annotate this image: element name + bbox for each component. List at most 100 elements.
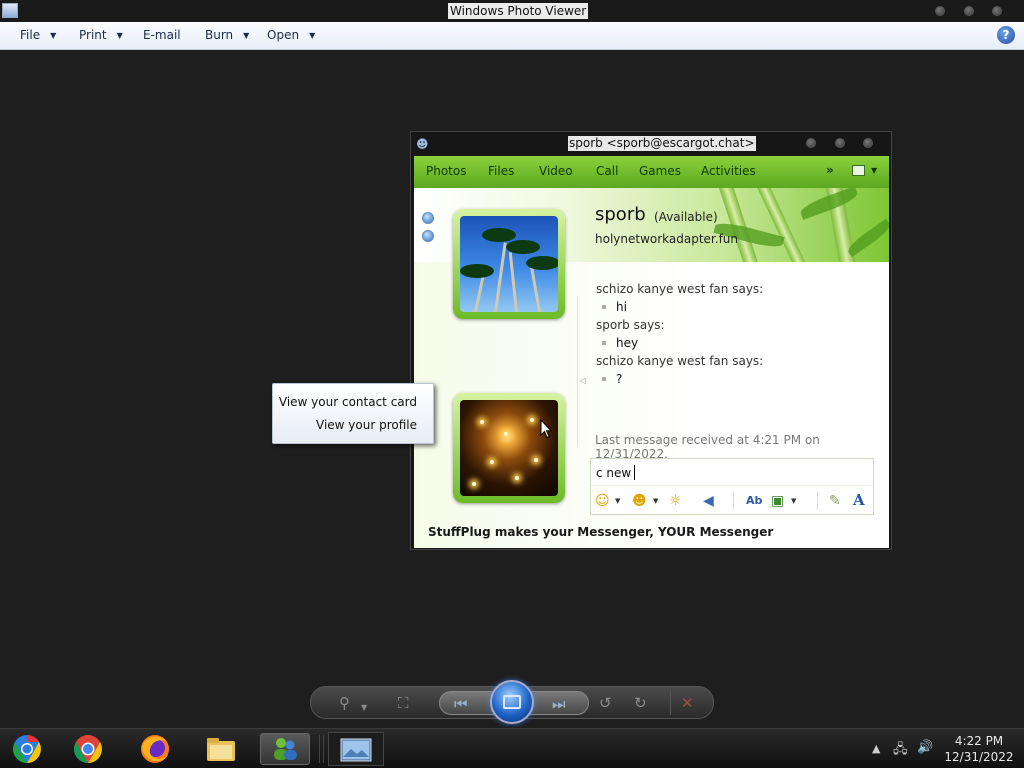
photo-viewer-menubar: File ▼ Print ▼ E-mail Burn ▼ Open ▼ ? <box>0 22 1024 50</box>
taskbar-chrome[interactable] <box>71 733 105 765</box>
message-speaker: sporb says: <box>596 318 665 332</box>
message-body: ? <box>616 372 623 386</box>
toolbar-files[interactable]: Files <box>488 164 514 178</box>
taskbar-clock[interactable]: 4:22 PM 12/31/2022 <box>944 733 1014 765</box>
chevron-down-icon: ▼ <box>243 31 250 40</box>
last-message-status: Last message received at 4:21 PM on 12/3… <box>595 433 820 461</box>
delete-icon[interactable]: ✕ <box>681 694 694 712</box>
voice-clip-icon[interactable]: ◀ <box>703 493 714 509</box>
open-menu-label: Open <box>267 28 300 42</box>
message-text: hey <box>596 334 881 352</box>
next-icon[interactable]: ⏭ <box>552 695 566 713</box>
sparkle <box>490 460 494 464</box>
backgrounds-icon[interactable]: ▣ <box>771 493 784 509</box>
message-speaker: schizo kanye west fan says: <box>596 354 764 368</box>
toolbar-menu-icon[interactable] <box>852 165 865 176</box>
minimize-button[interactable] <box>935 6 945 16</box>
contact-name[interactable]: sporb <box>595 204 646 225</box>
contact-info-icon[interactable] <box>422 230 434 242</box>
handwriting-icon[interactable]: ✎ <box>829 493 841 509</box>
contact-personal-message: holynetworkadapter.fun <box>595 232 739 246</box>
taskbar-separator <box>319 735 324 763</box>
rotate-counterclockwise-icon[interactable]: ↺ <box>599 694 612 712</box>
user-avatar[interactable] <box>453 393 565 503</box>
nudge-icon[interactable]: ☼ <box>669 493 682 509</box>
emoticon-icon[interactable]: ☺ <box>595 493 610 509</box>
palm-tree <box>482 228 516 242</box>
volume-icon[interactable]: 🔊 <box>917 740 933 755</box>
clock-time: 4:22 PM <box>954 734 1004 748</box>
chrome-icon <box>74 735 102 763</box>
slideshow-icon <box>503 695 521 709</box>
bamboo-decoration <box>756 188 814 262</box>
taskbar-explorer[interactable] <box>204 733 238 765</box>
toolbar-photos[interactable]: Photos <box>426 164 466 178</box>
messenger-maximize-button[interactable] <box>835 138 845 148</box>
email-button[interactable]: E-mail <box>143 28 181 42</box>
firefox-icon <box>141 735 169 763</box>
conversation-history[interactable]: schizo kanye west fan says: hi sporb say… <box>596 280 881 388</box>
sparkle <box>534 458 538 462</box>
collapse-header-icon[interactable] <box>422 212 434 224</box>
spellcheck-icon[interactable]: Ab <box>746 493 762 509</box>
burn-menu[interactable]: Burn ▼ <box>205 28 249 42</box>
view-contact-card-item[interactable]: View your contact card <box>279 395 417 409</box>
contact-display-picture <box>460 216 558 312</box>
toolbar-more-button[interactable]: » <box>826 163 834 177</box>
start-button[interactable] <box>10 733 44 765</box>
chevron-down-icon[interactable]: ▼ <box>791 497 796 505</box>
toolbar-call[interactable]: Call <box>596 164 618 178</box>
close-button[interactable] <box>992 6 1002 16</box>
maximize-button[interactable] <box>964 6 974 16</box>
file-menu[interactable]: File ▼ <box>20 28 56 42</box>
message-text: hi <box>596 298 881 316</box>
messenger-title: sporb <sporb@escargot.chat> <box>568 136 756 151</box>
sparkle <box>504 432 508 436</box>
zoom-icon[interactable]: ⚲ <box>339 694 350 712</box>
palm-tree <box>530 266 541 312</box>
print-menu[interactable]: Print ▼ <box>79 28 123 42</box>
chevron-down-icon[interactable]: ▼ <box>653 497 658 505</box>
open-menu[interactable]: Open ▼ <box>267 28 315 42</box>
messenger-toolbar: Photos Files Video Call Games Activities… <box>414 156 889 188</box>
sparkle <box>472 482 476 486</box>
chevron-down-icon[interactable]: ▼ <box>615 497 620 505</box>
toolbar-video[interactable]: Video <box>539 164 573 178</box>
help-icon[interactable]: ? <box>997 26 1015 44</box>
toolbar-games[interactable]: Games <box>639 164 681 178</box>
photo-viewer-icon <box>340 738 372 762</box>
messenger-icon <box>274 738 297 760</box>
photo-viewer-icon <box>2 3 18 18</box>
message-body: hey <box>616 336 639 350</box>
network-icon[interactable]: 🖧 <box>893 740 908 762</box>
message-text: ? <box>596 370 881 388</box>
footer-advertisement[interactable]: StuffPlug makes your Messenger, YOUR Mes… <box>428 525 773 539</box>
taskbar-firefox[interactable] <box>138 733 172 765</box>
tray-expand-icon[interactable]: ▲ <box>872 742 880 755</box>
chat-divider <box>577 296 578 446</box>
message-speaker: schizo kanye west fan says: <box>596 282 764 296</box>
message-input[interactable]: c new <box>596 465 636 480</box>
messenger-close-button[interactable] <box>863 138 873 148</box>
collapse-pictures-icon[interactable]: ◁ <box>580 376 586 385</box>
font-icon[interactable]: A <box>853 492 865 508</box>
messenger-window: ☻ sporb <sporb@escargot.chat> Photos Fil… <box>410 131 892 550</box>
controls-separator <box>670 691 671 715</box>
actual-size-icon[interactable]: ⛶ <box>398 694 409 712</box>
chevron-down-icon[interactable]: ▼ <box>361 699 367 717</box>
slideshow-button[interactable] <box>490 680 534 724</box>
previous-icon[interactable]: ⏮ <box>454 695 468 713</box>
message-body: hi <box>616 300 627 314</box>
messenger-minimize-button[interactable] <box>806 138 816 148</box>
wink-icon[interactable]: ☻ <box>632 493 647 509</box>
taskbar-messenger[interactable] <box>260 733 310 765</box>
message-input-area[interactable]: c new ☺ ▼ ☻ ▼ ☼ ◀ Ab ▣ ▼ ✎ A <box>590 458 874 515</box>
contact-avatar[interactable] <box>453 209 565 319</box>
taskbar-photo-viewer[interactable] <box>328 732 384 766</box>
avatar-context-menu: View your contact card View your profile <box>272 383 434 444</box>
view-profile-item[interactable]: View your profile <box>316 418 417 432</box>
toolbar-activities[interactable]: Activities <box>701 164 756 178</box>
chevron-down-icon[interactable]: ▼ <box>871 166 877 175</box>
toolbar-separator <box>817 492 818 510</box>
rotate-clockwise-icon[interactable]: ↻ <box>634 694 647 712</box>
